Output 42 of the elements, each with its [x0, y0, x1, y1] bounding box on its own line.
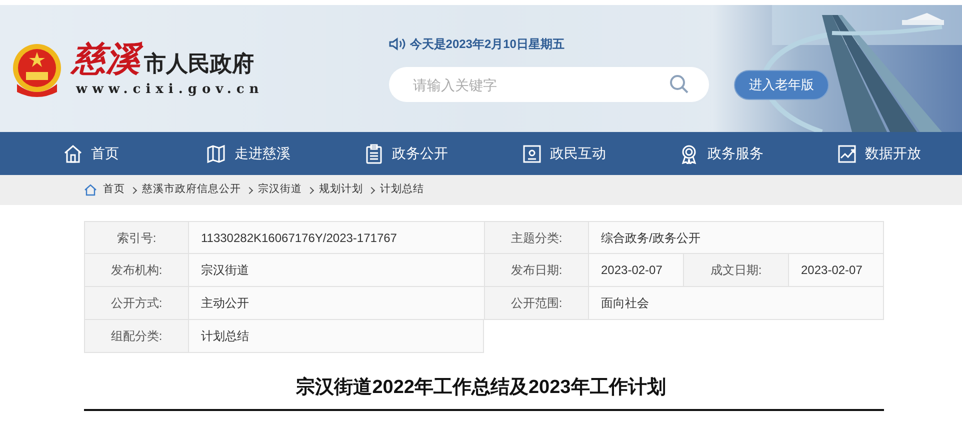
national-emblem-icon	[11, 42, 63, 98]
field-value: 综合政务/政务公开	[589, 222, 884, 253]
search-icon[interactable]	[668, 74, 689, 94]
field-value: 2023-02-07	[789, 254, 884, 286]
nav-item[interactable]: 数据开放	[800, 132, 958, 175]
field-value: 计划总结	[189, 320, 484, 352]
id-card-icon	[522, 144, 542, 164]
map-icon	[206, 144, 226, 164]
nav-item[interactable]: 走进慈溪	[170, 132, 328, 175]
field-label: 主题分类:	[485, 222, 589, 253]
elder-version-button[interactable]: 进入老年版	[734, 70, 829, 100]
home-icon	[62, 144, 83, 164]
breadcrumb-link[interactable]: 慈溪市政府信息公开	[142, 182, 241, 198]
field-label: 公开方式:	[85, 287, 189, 319]
date-text: 今天是2023年2月10日星期五	[410, 36, 564, 53]
breadcrumb-link[interactable]: 宗汉街道	[258, 182, 302, 198]
article-title: 宗汉街道2022年工作总结及2023年工作计划	[295, 376, 667, 400]
search-field[interactable]: 请输入关键字	[388, 67, 709, 102]
nav-item[interactable]: 政民互动	[485, 132, 643, 175]
field-label: 索引号:	[85, 222, 189, 253]
breadcrumb-link[interactable]: 首页	[103, 182, 125, 198]
nav-item[interactable]: 首页	[12, 132, 170, 175]
field-label: 组配分类:	[85, 320, 189, 352]
nav-item[interactable]: 政务服务	[642, 132, 800, 175]
site-url: www.cixi.gov.cn	[76, 81, 264, 99]
logo-title: 市人民政府	[144, 50, 254, 78]
breadcrumb-link[interactable]: 计划总结	[380, 182, 424, 198]
field-value: 面向社会	[589, 287, 884, 319]
field-value: 11330282K16067176Y/2023-171767	[189, 222, 485, 253]
speaker-icon	[388, 37, 406, 51]
field-value: 主动公开	[189, 287, 485, 319]
home-icon[interactable]	[84, 184, 97, 196]
clipboard-icon	[364, 144, 384, 164]
field-label: 发布机构:	[85, 254, 189, 286]
field-value: 宗汉街道	[189, 254, 485, 286]
field-label: 成文日期:	[684, 254, 789, 286]
chart-icon	[837, 144, 858, 164]
field-label: 公开范围:	[485, 287, 589, 319]
field-value: 2023-02-07	[589, 254, 684, 286]
field-label: 发布日期:	[485, 254, 589, 286]
nav-item[interactable]: 政务公开	[327, 132, 485, 175]
breadcrumb-link[interactable]: 规划计划	[319, 182, 363, 198]
